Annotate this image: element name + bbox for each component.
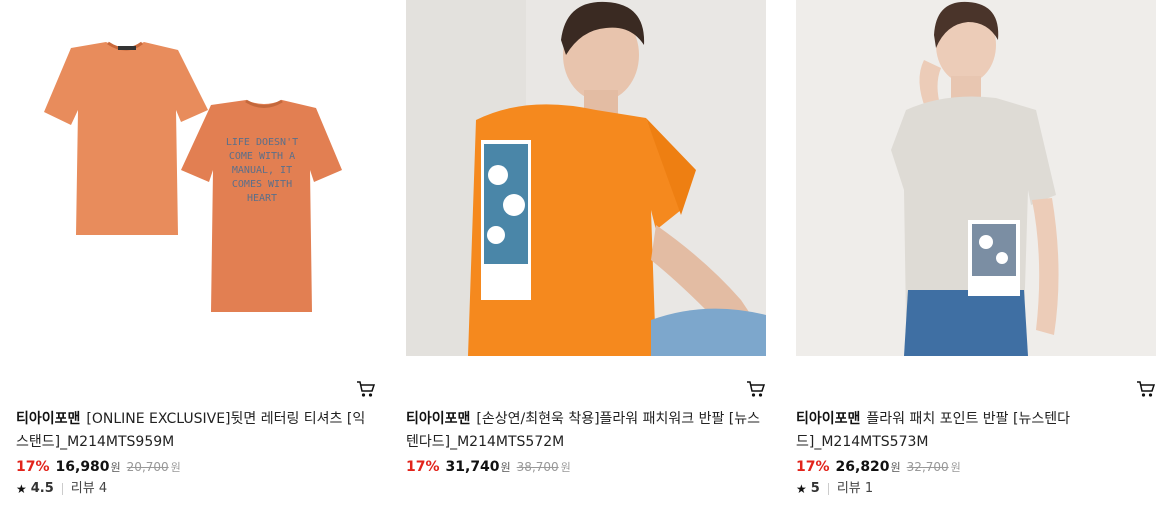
original-currency: 원 <box>950 461 961 474</box>
price-row: 17% 16,980원 20,700 원 <box>16 458 376 477</box>
product-card[interactable]: 티아이포맨 [손상연/최현욱 착용]플라워 패치워크 반팔 [뉴스텐다드]_M21… <box>406 0 766 475</box>
product-card[interactable]: LIFE DOESN'T COME WITH A MANUAL, IT COME… <box>16 0 376 496</box>
rating-row: ★ 4.5 리뷰 4 <box>16 481 376 497</box>
currency: 원 <box>890 461 901 474</box>
divider <box>61 483 63 495</box>
product-card[interactable]: 티아이포맨 플라워 패치 포인트 반팔 [뉴스텐다드]_M214MTS573M 1… <box>796 0 1156 496</box>
cart-icon[interactable] <box>746 380 766 398</box>
star-icon: ★ <box>796 482 807 496</box>
product-title[interactable]: 티아이포맨 플라워 패치 포인트 반팔 [뉴스텐다드]_M214MTS573M <box>796 408 1156 454</box>
product-info: 티아이포맨 [ONLINE EXCLUSIVE]뒷면 레터링 티셔츠 [익스탠드]… <box>16 408 376 497</box>
original-price: 32,700 <box>906 460 949 474</box>
sale-price: 26,820 <box>835 459 890 475</box>
currency: 원 <box>110 461 121 474</box>
print-line: LIFE DOESN'T <box>226 137 298 148</box>
product-image[interactable]: LIFE DOESN'T COME WITH A MANUAL, IT COME… <box>16 0 376 356</box>
product-title[interactable]: 티아이포맨 [손상연/최현욱 착용]플라워 패치워크 반팔 [뉴스텐다드]_M21… <box>406 408 766 454</box>
original-price: 20,700 <box>126 460 169 474</box>
discount-rate: 17% <box>406 459 440 475</box>
original-price: 38,700 <box>516 460 559 474</box>
discount-rate: 17% <box>16 459 50 475</box>
print-line: COME WITH A <box>229 151 295 162</box>
rating-value: 5 <box>810 481 820 496</box>
currency: 원 <box>500 461 511 474</box>
brand-name: 티아이포맨 <box>796 411 861 427</box>
star-icon: ★ <box>16 482 27 496</box>
product-image[interactable] <box>796 0 1156 356</box>
original-currency: 원 <box>170 461 181 474</box>
cart-icon[interactable] <box>1136 380 1156 398</box>
review-count[interactable]: 리뷰 4 <box>71 481 107 497</box>
print-line: COMES WITH <box>232 179 292 190</box>
product-image[interactable] <box>406 0 766 356</box>
rating-value: 4.5 <box>30 481 54 496</box>
sale-price: 16,980 <box>55 459 110 475</box>
cart-icon[interactable] <box>356 380 376 398</box>
price-row: 17% 26,820원 32,700 원 <box>796 458 1156 477</box>
sale-price: 31,740 <box>445 459 500 475</box>
divider <box>827 483 829 495</box>
discount-rate: 17% <box>796 459 830 475</box>
print-line: MANUAL, IT <box>232 165 292 176</box>
product-title[interactable]: 티아이포맨 [ONLINE EXCLUSIVE]뒷면 레터링 티셔츠 [익스탠드]… <box>16 408 376 454</box>
product-info: 티아이포맨 [손상연/최현욱 착용]플라워 패치워크 반팔 [뉴스텐다드]_M21… <box>406 408 766 477</box>
review-count[interactable]: 리뷰 1 <box>837 481 873 497</box>
original-currency: 원 <box>560 461 571 474</box>
product-grid: LIFE DOESN'T COME WITH A MANUAL, IT COME… <box>0 0 1161 506</box>
product-info: 티아이포맨 플라워 패치 포인트 반팔 [뉴스텐다드]_M214MTS573M 1… <box>796 408 1156 497</box>
rating-row: ★ 5 리뷰 1 <box>796 481 1156 497</box>
print-line: HEART <box>247 193 277 204</box>
price-row: 17% 31,740원 38,700 원 <box>406 458 766 477</box>
brand-name: 티아이포맨 <box>16 411 81 427</box>
brand-name: 티아이포맨 <box>406 411 471 427</box>
